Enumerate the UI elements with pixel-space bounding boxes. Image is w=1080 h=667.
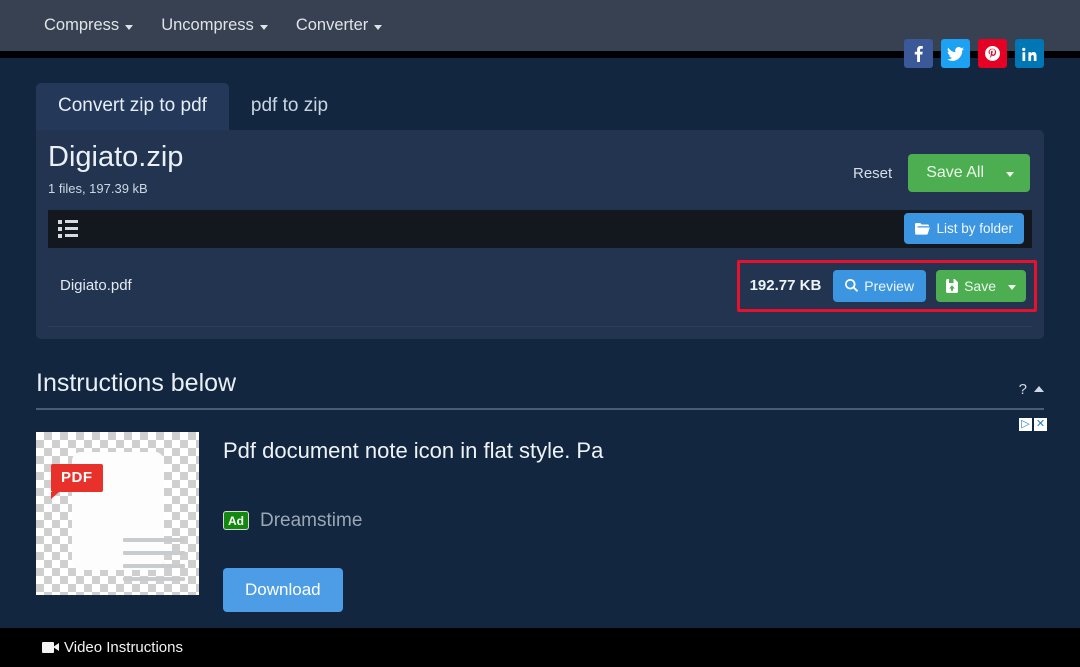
archive-meta: 1 files, 197.39 kB (48, 180, 148, 196)
ad-title[interactable]: Pdf document note icon in flat style. Pa (223, 438, 603, 464)
pinterest-icon (985, 46, 1000, 61)
ad-badge: Ad (223, 511, 249, 531)
converter-card: Digiato.zip 1 files, 197.39 kB Reset Sav… (36, 130, 1044, 339)
preview-label: Preview (864, 277, 915, 294)
chevron-down-icon[interactable] (1006, 172, 1014, 177)
file-size: 192.77 KB (749, 277, 822, 295)
nav-item-converter-label: Converter (295, 16, 369, 34)
tab-convert-zip-to-pdf[interactable]: Convert zip to pdf (36, 83, 229, 130)
nav-item-uncompress-label: Uncompress (161, 16, 254, 34)
tab-pdf-to-zip-label: pdf to zip (250, 95, 329, 116)
nav-item-compress-label: Compress (44, 16, 120, 34)
page-body: Convert zip to pdf pdf to zip Digiato.zi… (0, 39, 1080, 667)
reset-button[interactable]: Reset (853, 165, 892, 182)
table-row: Digiato.pdf 192.77 KB Preview Save (48, 248, 1037, 327)
chevron-down-icon[interactable] (1008, 284, 1016, 290)
pinterest-share-button[interactable] (978, 39, 1007, 68)
archive-name: Digiato.zip (48, 141, 184, 173)
download-button[interactable]: Download (223, 567, 343, 612)
pdf-badge: PDF (51, 463, 103, 499)
close-icon[interactable]: ✕ (1034, 417, 1047, 431)
linkedin-icon (1022, 47, 1037, 61)
video-instructions-bar: Video Instructions (0, 628, 1080, 667)
linkedin-share-button[interactable] (1015, 39, 1044, 68)
video-instructions-link[interactable]: Video Instructions (42, 639, 183, 656)
facebook-share-button[interactable] (904, 39, 933, 68)
nav-item-uncompress[interactable]: Uncompress (161, 16, 268, 35)
chevron-down-icon (374, 24, 383, 30)
nav-item-converter[interactable]: Converter (295, 16, 383, 35)
pdf-text-lines (123, 537, 185, 590)
advertisement: ▷ ✕ PDF Pdf document note icon in flat s… (36, 417, 1047, 612)
converter-card-wrapper: Convert zip to pdf pdf to zip Digiato.zi… (0, 39, 1080, 339)
list-by-folder-button[interactable]: List by folder (904, 213, 1024, 245)
file-row-name: Digiato.pdf (60, 277, 132, 295)
folder-icon (915, 222, 931, 235)
twitter-share-button[interactable] (941, 39, 970, 68)
tab-pdf-to-zip[interactable]: pdf to zip (229, 83, 350, 130)
help-icon[interactable]: ? (1019, 381, 1027, 398)
adchoices-controls: ▷ ✕ (1019, 417, 1047, 431)
save-all-label: Save All (926, 164, 984, 181)
ad-body: Pdf document note icon in flat style. Pa… (223, 432, 603, 612)
header-actions: Reset Save All (853, 154, 1030, 192)
video-camera-icon (42, 642, 59, 653)
chevron-down-icon (125, 24, 134, 30)
ad-advertiser[interactable]: Dreamstime (260, 510, 362, 532)
video-instructions-label: Video Instructions (64, 639, 183, 656)
social-share-buttons (904, 39, 1044, 68)
list-toolbar: List by folder (48, 209, 1032, 248)
save-icon (946, 278, 959, 293)
chevron-up-icon[interactable] (1034, 386, 1044, 393)
ad-source: Ad Dreamstime (223, 510, 603, 532)
instructions-header: Instructions below ? (36, 369, 1044, 410)
instructions-toggle[interactable]: ? (1019, 381, 1044, 398)
file-info: Digiato.zip 1 files, 197.39 kB (48, 141, 184, 196)
file-header: Digiato.zip 1 files, 197.39 kB Reset Sav… (36, 130, 1044, 206)
tab-convert-zip-to-pdf-label: Convert zip to pdf (58, 95, 207, 116)
search-icon (845, 279, 859, 293)
twitter-icon (947, 46, 964, 61)
preview-button[interactable]: Preview (833, 269, 927, 302)
chevron-down-icon (259, 24, 268, 30)
facebook-icon (914, 46, 923, 62)
page-title: Instructions below (36, 368, 237, 397)
save-all-button[interactable]: Save All (908, 154, 1030, 192)
adchoices-icon[interactable]: ▷ (1019, 417, 1032, 431)
ad-thumbnail[interactable]: PDF (36, 431, 199, 595)
converter-tabs: Convert zip to pdf pdf to zip (36, 39, 1044, 130)
save-label: Save (964, 277, 996, 294)
row-actions-highlight: 192.77 KB Preview Save (736, 259, 1037, 312)
list-by-folder-label: List by folder (936, 221, 1013, 237)
save-button[interactable]: Save (936, 269, 1026, 302)
nav-item-compress[interactable]: Compress (44, 16, 134, 35)
list-icon[interactable] (58, 219, 78, 238)
